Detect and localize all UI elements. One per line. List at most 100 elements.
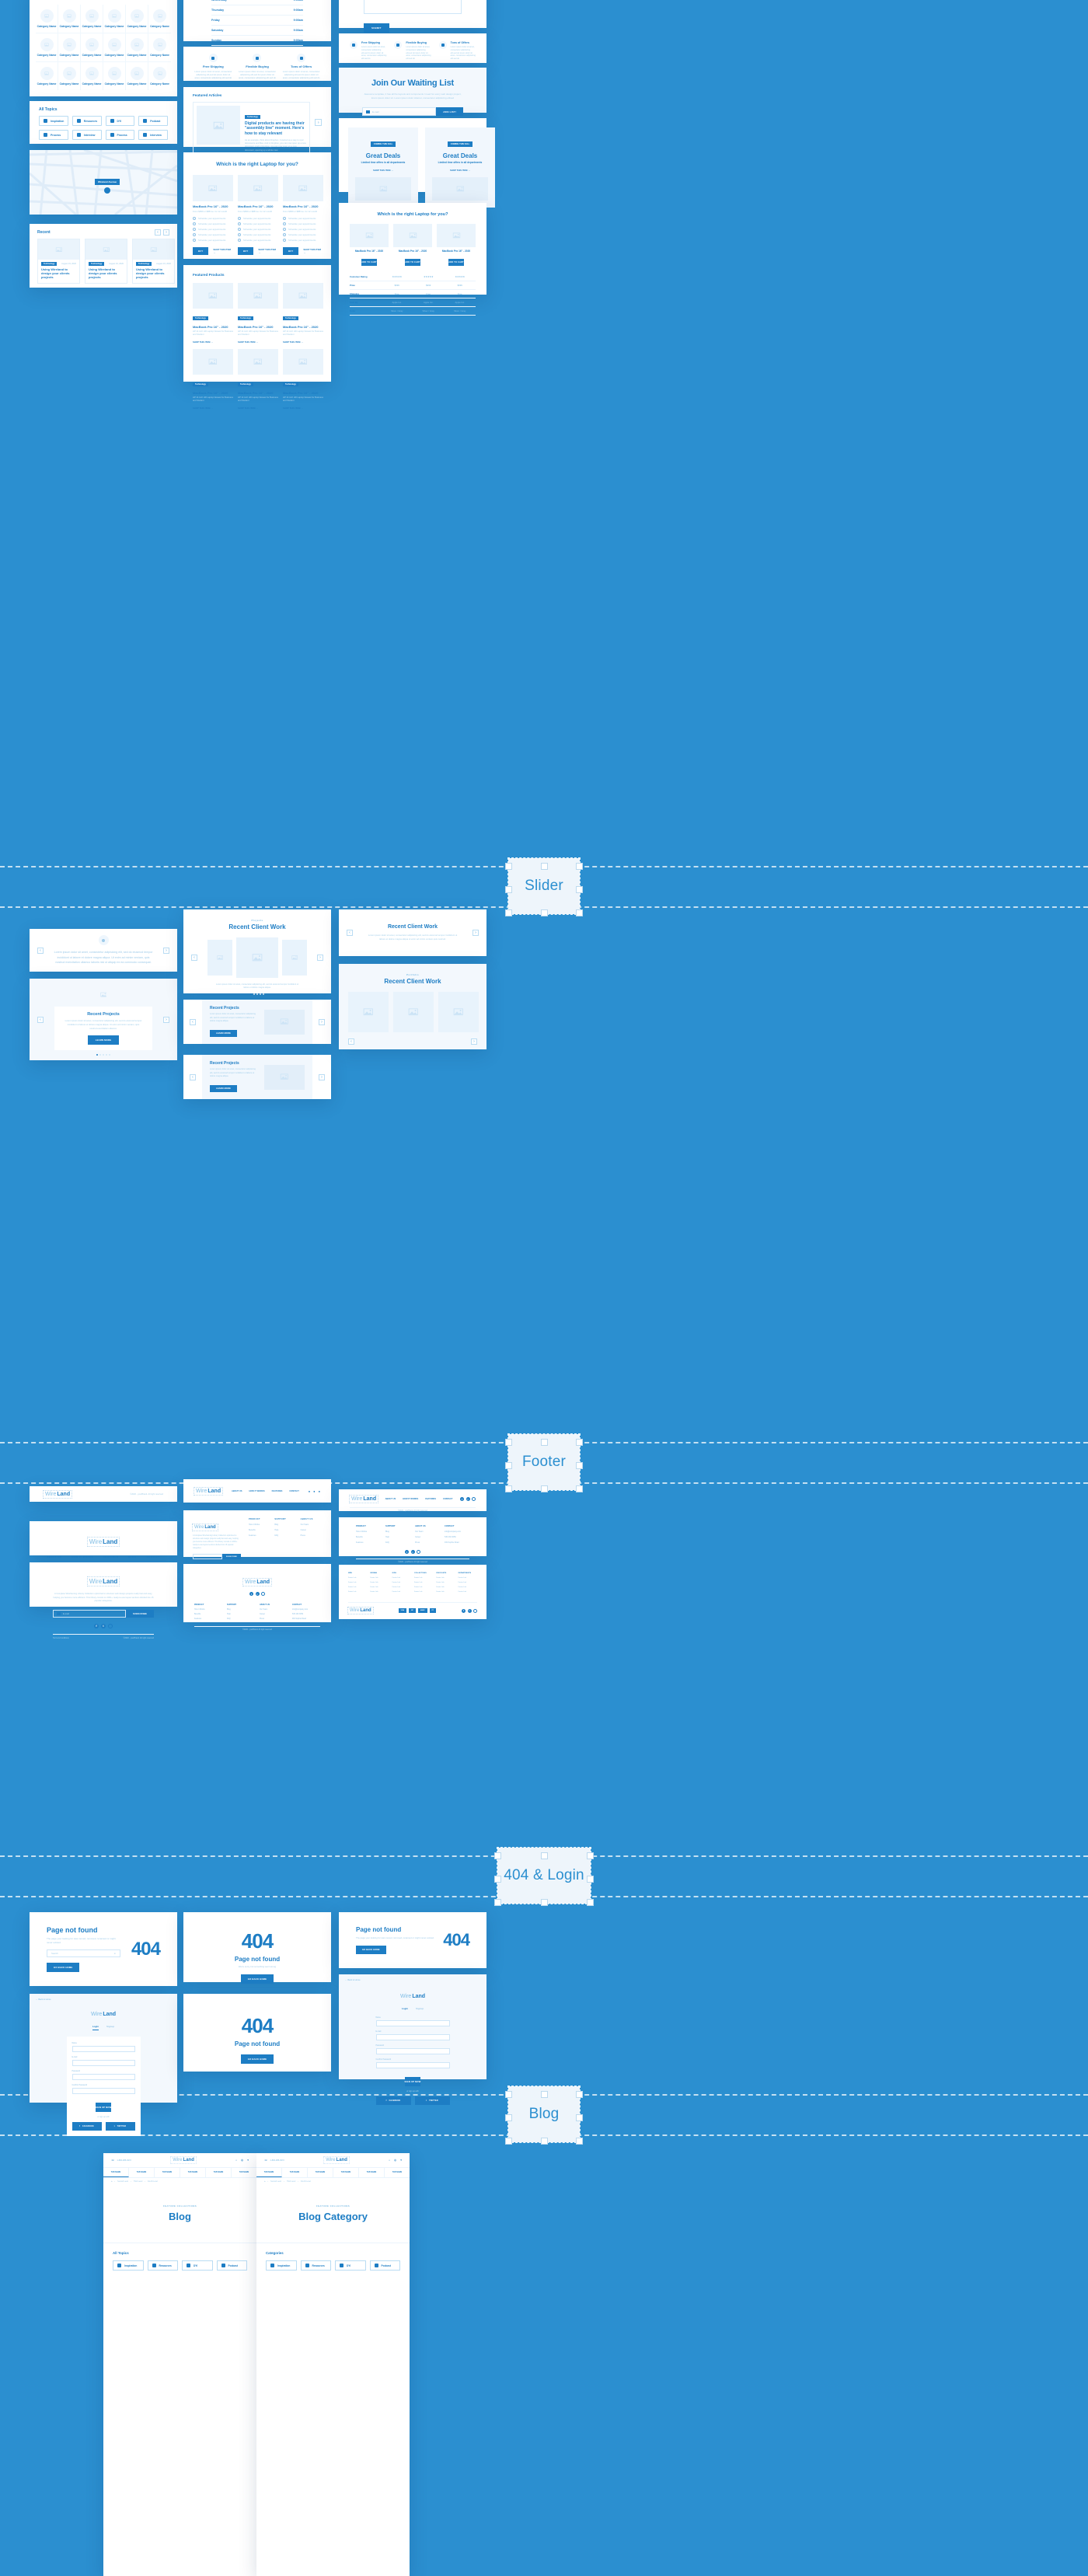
category-item[interactable]: Category Name (126, 5, 148, 33)
footer-col-link[interactable]: Blog (385, 1531, 410, 1533)
deal-link[interactable]: SHOP THIS ITEM → (355, 169, 411, 172)
footer-nav-link[interactable]: BLOG (128, 1555, 136, 1559)
category-item[interactable]: Category Name (148, 33, 171, 62)
next-arrow-icon[interactable]: › (471, 1038, 477, 1045)
category-item[interactable]: Category Name (81, 33, 103, 62)
footer-col-link[interactable]: How it Works (194, 1609, 222, 1611)
breadcrumb-item[interactable]: Fourth Level (301, 2181, 311, 2183)
footer-col-link[interactable]: Features (249, 1534, 270, 1537)
slider-dot[interactable] (260, 993, 261, 995)
slider-dot[interactable] (250, 993, 252, 995)
resize-handle[interactable] (576, 863, 583, 870)
shop-this-item-link[interactable]: SHOP THIS ITEM → (213, 248, 233, 254)
prev-arrow-icon[interactable]: ‹ (190, 1018, 196, 1025)
footer-col-link[interactable]: FAQ (385, 1541, 410, 1544)
footer-nav-link[interactable]: HOW IT WORKS (403, 1498, 418, 1500)
slider-dot[interactable] (99, 1053, 101, 1056)
footer-col-link[interactable]: Footer Link (459, 1577, 477, 1579)
footer-nav-link[interactable]: FEATURES (272, 1490, 283, 1492)
product-card[interactable]: Technology MacBook Pro 16" - 2020 HP 14 in… (283, 349, 323, 410)
topic-chip[interactable]: Podcast (138, 116, 168, 126)
next-arrow-icon[interactable]: › (319, 1073, 325, 1080)
resize-handle[interactable] (541, 1852, 548, 1859)
twitter-icon[interactable]: t (255, 1592, 260, 1596)
resize-handle[interactable] (576, 909, 583, 916)
twitter-icon[interactable]: t (467, 1608, 472, 1613)
resize-handle[interactable] (505, 2091, 512, 2098)
resize-handle[interactable] (505, 2114, 512, 2121)
category-item[interactable]: Category Name (36, 33, 58, 62)
footer-col-link[interactable]: Footer Link (459, 1586, 477, 1588)
resize-handle[interactable] (505, 1462, 512, 1469)
category-item[interactable]: Category Name (126, 62, 148, 90)
resize-handle[interactable] (576, 2114, 583, 2121)
add-to-cart-button[interactable]: ADD TO CART (448, 259, 464, 266)
product-link[interactable]: SHOP THIS ITEM → (283, 407, 323, 410)
contact-textarea[interactable] (364, 0, 462, 14)
shop-this-item-link[interactable]: SHOP THIS ITEM → (303, 248, 323, 254)
go-back-home-button[interactable]: GO BACK HOME (240, 2054, 274, 2064)
signup-button[interactable]: SIGN UP NOW (95, 2103, 112, 2112)
footer-col-link[interactable]: Footer Link (370, 1582, 389, 1583)
footer-col-link[interactable]: Our Team (260, 1609, 288, 1611)
blog-tab[interactable]: TAB NAME (282, 2168, 308, 2177)
product-link[interactable]: SHOP THIS ITEM → (193, 340, 233, 344)
home-icon[interactable]: ⌂ (111, 2181, 112, 2183)
category-item[interactable]: Category Name (148, 62, 171, 90)
footer-col-link[interactable]: Benefits (194, 1614, 222, 1615)
social-login-twitter-button[interactable]: t TWITTER (414, 2096, 450, 2105)
resize-handle[interactable] (576, 1485, 583, 1492)
prev-arrow-icon[interactable]: ‹ (348, 1038, 354, 1045)
subscribe-button[interactable]: SUBSCRIBE (221, 1554, 241, 1560)
footer-nav-link[interactable]: CONTACT (443, 1498, 453, 1500)
instagram-icon[interactable]: ● (319, 1489, 320, 1493)
prev-arrow-icon[interactable]: ‹ (190, 1073, 196, 1080)
resize-handle[interactable] (505, 1485, 512, 1492)
laptop-card[interactable]: MacBook Pro 16" - 2020 From $999 or $88/m… (283, 175, 323, 255)
slider-dot[interactable] (106, 1053, 107, 1056)
footer-col-link[interactable]: Footer Link (370, 1577, 389, 1579)
footer-col-link[interactable]: Benefits (249, 1529, 270, 1531)
instagram-icon[interactable] (108, 1623, 113, 1628)
breadcrumb-item[interactable]: Third Level (287, 2181, 295, 2183)
login-tab-login[interactable]: Login (402, 2007, 408, 2010)
instagram-icon[interactable] (417, 1550, 420, 1554)
map-pin[interactable]: Wireland Avenue (95, 179, 120, 194)
slider-dot[interactable] (96, 1053, 98, 1056)
category-item[interactable]: Category Name (103, 5, 126, 33)
cart-icon[interactable]: ▾ (247, 2159, 249, 2162)
go-back-home-button[interactable]: GO BACK HOME (47, 1963, 80, 1973)
login-field-input[interactable] (71, 2046, 135, 2052)
facebook-icon[interactable]: f (460, 1497, 464, 1501)
login-tab-signup[interactable]: Signup (416, 2007, 424, 2010)
laptop-card[interactable]: MacBook Pro 16" - 2020 From $999 or $88/m… (238, 175, 278, 255)
footer-col-link[interactable]: Footer Link (348, 1586, 367, 1588)
facebook-icon[interactable]: f (462, 1608, 466, 1613)
resize-handle[interactable] (505, 1439, 512, 1446)
footer-col-link[interactable]: Footer Link (414, 1591, 433, 1593)
category-item[interactable]: Category Name (81, 5, 103, 33)
footer-nav-link[interactable]: CONTACT (147, 1555, 160, 1559)
twitter-icon[interactable]: t (466, 1497, 470, 1501)
great-deal-card[interactable]: COMING THIS FALL Great Deals Limited time … (425, 127, 495, 208)
footer-nav-link[interactable]: ABOUT US (385, 1498, 396, 1500)
great-deal-card[interactable]: COMING THIS FALL Great Deals Limited time … (348, 127, 418, 208)
login-field-input[interactable] (375, 2048, 450, 2054)
instagram-icon[interactable] (473, 1608, 477, 1613)
back-to-home-link[interactable]: ← Back to Home (30, 1994, 177, 2001)
join-list-button[interactable]: JOIN LIST! (435, 107, 463, 117)
footer-col-link[interactable]: Footer Link (348, 1577, 367, 1579)
footer-col-link[interactable]: Footer Link (392, 1582, 411, 1583)
blog-tab[interactable]: TAB NAME (155, 2168, 180, 2177)
footer-col-link[interactable]: 545 430 3059 (292, 1614, 320, 1615)
login-field-input[interactable] (71, 2074, 135, 2080)
product-link[interactable]: SHOP THIS ITEM → (193, 407, 233, 410)
resize-handle[interactable] (587, 1899, 594, 1906)
category-item[interactable]: Category Name (36, 62, 58, 90)
prev-arrow-icon[interactable]: ‹ (37, 947, 44, 954)
product-link[interactable]: SHOP THIS ITEM → (283, 340, 323, 344)
home-icon[interactable]: ⌂ (264, 2181, 265, 2183)
footer-col-link[interactable]: Footer Link (459, 1582, 477, 1583)
next-arrow-icon[interactable]: › (317, 955, 323, 961)
slider-dot[interactable] (103, 1053, 104, 1056)
